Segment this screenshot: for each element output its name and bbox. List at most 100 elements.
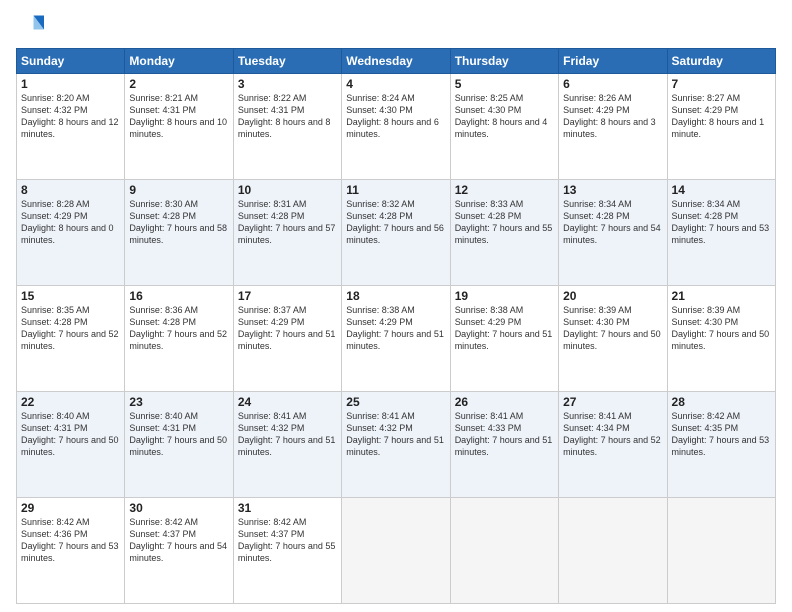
day-number: 10 [238, 183, 337, 197]
day-number: 17 [238, 289, 337, 303]
calendar-cell: 22 Sunrise: 8:40 AMSunset: 4:31 PMDaylig… [17, 392, 125, 498]
day-number: 19 [455, 289, 554, 303]
cell-info: Sunrise: 8:28 AMSunset: 4:29 PMDaylight:… [21, 199, 114, 245]
calendar-cell: 18 Sunrise: 8:38 AMSunset: 4:29 PMDaylig… [342, 286, 450, 392]
cell-info: Sunrise: 8:41 AMSunset: 4:33 PMDaylight:… [455, 411, 553, 457]
day-number: 26 [455, 395, 554, 409]
cell-info: Sunrise: 8:41 AMSunset: 4:34 PMDaylight:… [563, 411, 661, 457]
cell-info: Sunrise: 8:27 AMSunset: 4:29 PMDaylight:… [672, 93, 765, 139]
cell-info: Sunrise: 8:37 AMSunset: 4:29 PMDaylight:… [238, 305, 336, 351]
cell-info: Sunrise: 8:32 AMSunset: 4:28 PMDaylight:… [346, 199, 444, 245]
calendar-table: SundayMondayTuesdayWednesdayThursdayFrid… [16, 48, 776, 604]
day-number: 8 [21, 183, 120, 197]
calendar-cell [667, 498, 775, 604]
cell-info: Sunrise: 8:38 AMSunset: 4:29 PMDaylight:… [346, 305, 444, 351]
cell-info: Sunrise: 8:24 AMSunset: 4:30 PMDaylight:… [346, 93, 439, 139]
calendar-cell: 15 Sunrise: 8:35 AMSunset: 4:28 PMDaylig… [17, 286, 125, 392]
day-number: 13 [563, 183, 662, 197]
day-number: 15 [21, 289, 120, 303]
day-number: 22 [21, 395, 120, 409]
logo [16, 12, 48, 40]
day-number: 11 [346, 183, 445, 197]
day-number: 20 [563, 289, 662, 303]
calendar-cell: 12 Sunrise: 8:33 AMSunset: 4:28 PMDaylig… [450, 180, 558, 286]
day-number: 25 [346, 395, 445, 409]
calendar-header-friday: Friday [559, 49, 667, 74]
cell-info: Sunrise: 8:35 AMSunset: 4:28 PMDaylight:… [21, 305, 119, 351]
cell-info: Sunrise: 8:36 AMSunset: 4:28 PMDaylight:… [129, 305, 227, 351]
cell-info: Sunrise: 8:26 AMSunset: 4:29 PMDaylight:… [563, 93, 656, 139]
cell-info: Sunrise: 8:40 AMSunset: 4:31 PMDaylight:… [129, 411, 227, 457]
calendar-cell: 21 Sunrise: 8:39 AMSunset: 4:30 PMDaylig… [667, 286, 775, 392]
cell-info: Sunrise: 8:31 AMSunset: 4:28 PMDaylight:… [238, 199, 336, 245]
cell-info: Sunrise: 8:42 AMSunset: 4:37 PMDaylight:… [238, 517, 336, 563]
day-number: 31 [238, 501, 337, 515]
calendar-cell: 9 Sunrise: 8:30 AMSunset: 4:28 PMDayligh… [125, 180, 233, 286]
calendar-header-sunday: Sunday [17, 49, 125, 74]
calendar-cell: 26 Sunrise: 8:41 AMSunset: 4:33 PMDaylig… [450, 392, 558, 498]
calendar-cell: 29 Sunrise: 8:42 AMSunset: 4:36 PMDaylig… [17, 498, 125, 604]
day-number: 9 [129, 183, 228, 197]
cell-info: Sunrise: 8:39 AMSunset: 4:30 PMDaylight:… [672, 305, 770, 351]
calendar-cell: 20 Sunrise: 8:39 AMSunset: 4:30 PMDaylig… [559, 286, 667, 392]
day-number: 4 [346, 77, 445, 91]
day-number: 6 [563, 77, 662, 91]
calendar-week-5: 29 Sunrise: 8:42 AMSunset: 4:36 PMDaylig… [17, 498, 776, 604]
calendar-cell: 28 Sunrise: 8:42 AMSunset: 4:35 PMDaylig… [667, 392, 775, 498]
calendar-cell: 4 Sunrise: 8:24 AMSunset: 4:30 PMDayligh… [342, 74, 450, 180]
calendar-cell: 30 Sunrise: 8:42 AMSunset: 4:37 PMDaylig… [125, 498, 233, 604]
cell-info: Sunrise: 8:41 AMSunset: 4:32 PMDaylight:… [238, 411, 336, 457]
calendar-cell: 16 Sunrise: 8:36 AMSunset: 4:28 PMDaylig… [125, 286, 233, 392]
cell-info: Sunrise: 8:41 AMSunset: 4:32 PMDaylight:… [346, 411, 444, 457]
calendar-cell: 7 Sunrise: 8:27 AMSunset: 4:29 PMDayligh… [667, 74, 775, 180]
cell-info: Sunrise: 8:38 AMSunset: 4:29 PMDaylight:… [455, 305, 553, 351]
day-number: 14 [672, 183, 771, 197]
calendar-cell: 1 Sunrise: 8:20 AMSunset: 4:32 PMDayligh… [17, 74, 125, 180]
day-number: 3 [238, 77, 337, 91]
logo-icon [16, 12, 44, 40]
calendar-cell: 31 Sunrise: 8:42 AMSunset: 4:37 PMDaylig… [233, 498, 341, 604]
day-number: 30 [129, 501, 228, 515]
cell-info: Sunrise: 8:34 AMSunset: 4:28 PMDaylight:… [563, 199, 661, 245]
calendar-header-thursday: Thursday [450, 49, 558, 74]
cell-info: Sunrise: 8:42 AMSunset: 4:35 PMDaylight:… [672, 411, 770, 457]
cell-info: Sunrise: 8:40 AMSunset: 4:31 PMDaylight:… [21, 411, 119, 457]
cell-info: Sunrise: 8:21 AMSunset: 4:31 PMDaylight:… [129, 93, 227, 139]
calendar-cell: 13 Sunrise: 8:34 AMSunset: 4:28 PMDaylig… [559, 180, 667, 286]
calendar-cell: 11 Sunrise: 8:32 AMSunset: 4:28 PMDaylig… [342, 180, 450, 286]
calendar-cell: 6 Sunrise: 8:26 AMSunset: 4:29 PMDayligh… [559, 74, 667, 180]
calendar-cell [450, 498, 558, 604]
day-number: 24 [238, 395, 337, 409]
day-number: 29 [21, 501, 120, 515]
calendar-cell: 17 Sunrise: 8:37 AMSunset: 4:29 PMDaylig… [233, 286, 341, 392]
cell-info: Sunrise: 8:42 AMSunset: 4:37 PMDaylight:… [129, 517, 227, 563]
calendar-header-row: SundayMondayTuesdayWednesdayThursdayFrid… [17, 49, 776, 74]
calendar-cell: 10 Sunrise: 8:31 AMSunset: 4:28 PMDaylig… [233, 180, 341, 286]
page: SundayMondayTuesdayWednesdayThursdayFrid… [0, 0, 792, 612]
calendar-header-tuesday: Tuesday [233, 49, 341, 74]
calendar-cell: 3 Sunrise: 8:22 AMSunset: 4:31 PMDayligh… [233, 74, 341, 180]
header [16, 12, 776, 40]
cell-info: Sunrise: 8:34 AMSunset: 4:28 PMDaylight:… [672, 199, 770, 245]
calendar-header-wednesday: Wednesday [342, 49, 450, 74]
day-number: 27 [563, 395, 662, 409]
calendar-cell [342, 498, 450, 604]
day-number: 16 [129, 289, 228, 303]
day-number: 1 [21, 77, 120, 91]
cell-info: Sunrise: 8:30 AMSunset: 4:28 PMDaylight:… [129, 199, 227, 245]
calendar-cell: 14 Sunrise: 8:34 AMSunset: 4:28 PMDaylig… [667, 180, 775, 286]
calendar-week-1: 1 Sunrise: 8:20 AMSunset: 4:32 PMDayligh… [17, 74, 776, 180]
calendar-cell [559, 498, 667, 604]
calendar-cell: 23 Sunrise: 8:40 AMSunset: 4:31 PMDaylig… [125, 392, 233, 498]
day-number: 2 [129, 77, 228, 91]
calendar-cell: 24 Sunrise: 8:41 AMSunset: 4:32 PMDaylig… [233, 392, 341, 498]
cell-info: Sunrise: 8:25 AMSunset: 4:30 PMDaylight:… [455, 93, 548, 139]
calendar-header-saturday: Saturday [667, 49, 775, 74]
day-number: 12 [455, 183, 554, 197]
calendar-cell: 2 Sunrise: 8:21 AMSunset: 4:31 PMDayligh… [125, 74, 233, 180]
day-number: 5 [455, 77, 554, 91]
day-number: 18 [346, 289, 445, 303]
calendar-week-4: 22 Sunrise: 8:40 AMSunset: 4:31 PMDaylig… [17, 392, 776, 498]
calendar-week-3: 15 Sunrise: 8:35 AMSunset: 4:28 PMDaylig… [17, 286, 776, 392]
calendar-week-2: 8 Sunrise: 8:28 AMSunset: 4:29 PMDayligh… [17, 180, 776, 286]
